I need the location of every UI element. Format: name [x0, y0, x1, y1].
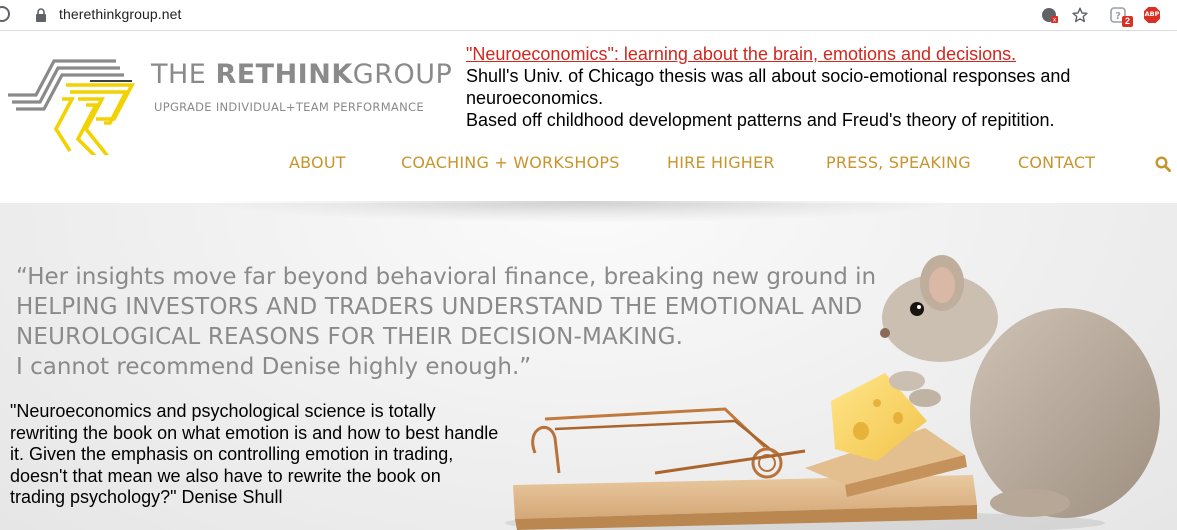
url-text[interactable]: therethinkgroup.net — [59, 6, 182, 22]
translate-blocked-icon[interactable]: x — [1040, 5, 1060, 25]
nav-item-press-speaking[interactable]: PRESS, SPEAKING — [826, 153, 971, 172]
neuroeconomics-link[interactable]: "Neuroeconomics": learning about the bra… — [466, 43, 1166, 65]
browser-address-bar: therethinkgroup.net x ? 2 ABP — [0, 0, 1177, 31]
site-logo[interactable]: THE RETHINKGROUP UPGRADE INDIVIDUAL+TEAM… — [6, 55, 452, 155]
logo-name-prefix: THE — [151, 59, 216, 90]
logo-tagline: UPGRADE INDIVIDUAL+TEAM PERFORMANCE — [154, 100, 424, 114]
shull-comment: "Neuroeconomics and psychological scienc… — [10, 401, 499, 507]
nav-item-about[interactable]: ABOUT — [289, 153, 346, 172]
adblock-icon[interactable]: ABP — [1142, 5, 1162, 25]
svg-text:x: x — [1053, 17, 1057, 24]
annotation-line-3: Based off childhood development patterns… — [466, 110, 1055, 130]
star-icon[interactable] — [1070, 5, 1090, 25]
nav-item-coaching-workshops[interactable]: COACHING + WORKSHOPS — [401, 153, 620, 172]
header-divider-shadow — [200, 201, 960, 223]
logo-wordmark: THE RETHINKGROUP — [151, 59, 452, 90]
svg-text:?: ? — [1115, 11, 1121, 22]
annotation-line-1: Shull's Univ. of Chicago thesis was all … — [466, 66, 1071, 86]
main-navigation: ABOUT COACHING + WORKSHOPS HIRE HIGHER P… — [0, 153, 1177, 177]
logo-mark-icon — [8, 59, 135, 155]
site-header: THE RETHINKGROUP UPGRADE INDIVIDUAL+TEAM… — [0, 31, 1177, 203]
nav-item-hire-higher[interactable]: HIRE HIGHER — [667, 153, 775, 172]
mouse-trap-image — [505, 255, 1160, 530]
nav-item-contact[interactable]: CONTACT — [1018, 153, 1095, 172]
lock-icon[interactable] — [34, 7, 48, 23]
hero-section: “Her insights move far beyond behavioral… — [0, 201, 1177, 530]
extension-badge: 2 — [1122, 16, 1133, 27]
annotation-line-2: neuroeconomics. — [466, 88, 604, 108]
logo-name-suffix: GROUP — [352, 59, 453, 90]
adblock-label: ABP — [1144, 10, 1160, 18]
search-icon[interactable] — [1155, 156, 1171, 172]
logo-name-bold: RETHINK — [215, 59, 353, 90]
annotation-text: "Neuroeconomics": learning about the bra… — [466, 43, 1166, 131]
reload-icon[interactable] — [0, 6, 10, 22]
